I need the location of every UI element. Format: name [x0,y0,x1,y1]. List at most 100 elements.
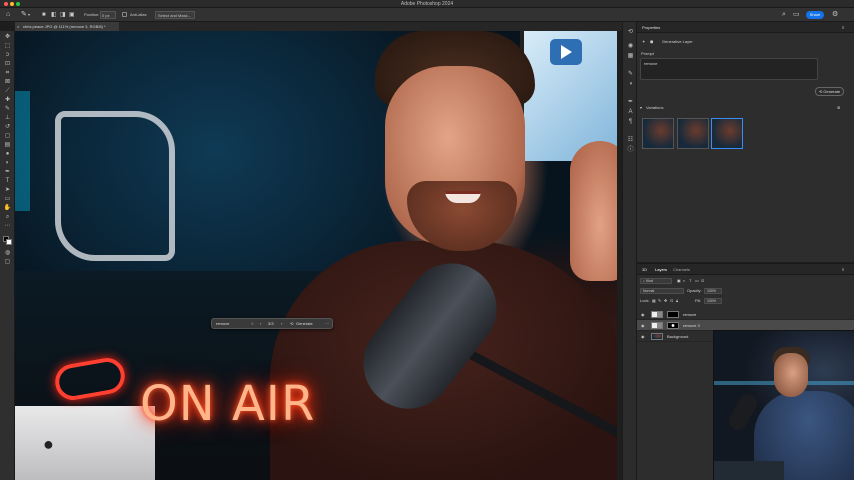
lock-image-icon[interactable]: ✎ [658,298,661,303]
properties-panel-title[interactable]: Properties [642,24,660,31]
adjustments-panel-icon[interactable]: ◑ [626,80,635,88]
lock-position-icon[interactable]: ✥ [664,298,667,303]
opacity-input[interactable]: 100% [704,288,722,294]
add-selection-icon[interactable]: ◧ [51,11,57,19]
search-icon[interactable]: ⌕ [782,11,786,19]
tool-preset-icon[interactable]: ✎ [21,11,27,19]
new-selection-icon[interactable]: ■ [42,11,46,19]
tab-3d[interactable]: 3D [642,266,647,273]
marquee-tool-icon[interactable]: ⬚ [3,42,12,50]
select-and-mask-button[interactable]: Select and Mask... [155,11,195,19]
variation-thumbnail-2[interactable] [677,118,709,149]
layers-menu-icon[interactable]: ≡ [842,266,844,273]
contextual-prompt-input[interactable]: remove [216,321,252,327]
quick-mask-icon[interactable]: ◍ [3,249,12,257]
filter-type-icon[interactable]: T [689,278,691,283]
eyedropper-tool-icon[interactable]: ⟋ [3,87,12,95]
lock-all-icon[interactable]: 🔒︎ [676,298,678,303]
position-label: Position: [84,12,100,17]
grid-view-icon[interactable]: ⊞ [837,105,840,110]
share-button[interactable]: Share [806,11,824,19]
position-input[interactable]: 0 px [100,11,116,19]
generate-icon[interactable]: ⟲ [290,321,293,327]
tab-channels[interactable]: Channels [673,266,690,273]
intersect-selection-icon[interactable]: ▣ [69,11,75,19]
home-icon[interactable]: ⌂ [6,11,10,19]
play-triangle-icon [561,45,572,59]
filter-smart-object-icon[interactable]: ⊡ [701,278,704,283]
blend-mode-select[interactable]: Normal [640,288,684,294]
previous-variation-button[interactable]: ‹ [260,321,261,327]
imac-computer [15,406,155,480]
lock-transparent-icon[interactable]: ▦ [652,298,656,303]
path-selection-tool-icon[interactable]: ➤ [3,186,12,194]
zoom-tool-icon[interactable]: ⌕ [3,213,12,221]
clone-stamp-tool-icon[interactable]: ⊥ [3,114,12,122]
more-options-button[interactable]: ··· [325,321,329,327]
close-tab-icon[interactable]: × [17,22,19,31]
rectangle-tool-icon[interactable]: ▭ [3,195,12,203]
crop-tool-icon[interactable]: ⌗ [3,69,12,77]
filter-shape-icon[interactable]: ▭ [695,278,699,283]
blur-tool-icon[interactable]: ● [3,150,12,158]
color-panel-icon[interactable]: ◉ [626,42,635,50]
layer-row[interactable]: ◉ remove [637,309,854,320]
fill-input[interactable]: 100% [704,298,722,304]
brush-tool-icon[interactable]: ✎ [3,105,12,113]
contextual-task-bar: remove ☝ ‹ 3/3 › ⟲ Generate ··· [211,318,333,329]
layer-mask-thumbnail [667,322,679,329]
libraries-panel-icon[interactable]: ☷ [626,136,635,144]
history-brush-tool-icon[interactable]: ↺ [3,123,12,131]
dodge-tool-icon[interactable]: ◐ [3,159,12,167]
anti-alias-checkbox[interactable] [122,12,127,17]
next-variation-button[interactable]: › [281,321,282,327]
move-tool-icon[interactable]: ✥ [3,33,12,41]
variation-thumbnail-3[interactable] [711,118,743,149]
background-color-swatch[interactable] [6,239,12,245]
chevron-down-icon[interactable]: ▾ [28,11,30,19]
brushes-panel-icon[interactable]: ✎ [626,70,635,78]
contextual-generate-button[interactable]: Generate [296,321,313,327]
filter-pixel-icon[interactable]: ▣ [677,278,681,283]
layer-name: remove [683,312,697,317]
anti-alias-label: Anti-alias [130,12,147,17]
paths-panel-icon[interactable]: ✒ [626,98,635,106]
prompt-textarea[interactable]: remove [640,58,818,80]
info-panel-icon[interactable]: ⓘ [626,146,635,154]
panel-menu-icon[interactable]: ≡ [842,24,844,31]
workspace-icon[interactable]: ▭ [793,11,800,19]
gradient-tool-icon[interactable]: ▤ [3,141,12,149]
lasso-tool-icon[interactable]: ↄ [3,51,12,59]
object-selection-tool-icon[interactable]: ⊡ [3,60,12,68]
screen-mode-icon[interactable]: ▢ [3,258,12,266]
visibility-eye-icon[interactable]: ◉ [641,334,645,339]
variation-thumbnail-1[interactable] [642,118,674,149]
properties-generate-button[interactable]: ⟲ Generate [815,87,844,96]
type-tool-icon[interactable]: T [3,177,12,185]
character-panel-icon[interactable]: A [626,108,635,116]
tool-settings-icon[interactable]: ⚙ [832,11,838,19]
document-tab[interactable]: × chris peace.JPG @ 111% (remove 3, RGB/… [15,22,119,31]
eraser-tool-icon[interactable]: ◻ [3,132,12,140]
paragraph-panel-icon[interactable]: ¶ [626,118,635,126]
more-tools-icon[interactable]: ⋯ [3,222,12,230]
visibility-eye-icon[interactable]: ◉ [641,323,645,328]
pen-tool-icon[interactable]: ✒ [3,168,12,176]
filter-adjustment-icon[interactable]: ◐ [683,278,685,283]
healing-brush-tool-icon[interactable]: ✚ [3,96,12,104]
hand-tool-icon[interactable]: ✋ [3,204,12,212]
layer-filter-select[interactable]: ⌕ Kind [640,278,672,284]
frame-tool-icon[interactable]: ⊠ [3,78,12,86]
webcam-person-head [774,353,808,397]
tab-layers[interactable]: Layers [655,266,667,273]
variation-counter: 3/3 [268,321,274,326]
subtract-selection-icon[interactable]: ◨ [60,11,66,19]
on-air-neon-sign: ON AIR [140,376,316,432]
swatches-panel-icon[interactable]: ▦ [626,52,635,60]
visibility-eye-icon[interactable]: ◉ [641,312,645,317]
variations-chevron-icon[interactable]: ▾ [640,105,642,110]
history-panel-icon[interactable]: ⟲ [626,28,635,36]
mask-icon: ◼ [650,39,654,44]
document-canvas[interactable]: ● ON AIR [15,31,617,480]
lock-artboard-icon[interactable]: ⊡ [670,298,673,303]
